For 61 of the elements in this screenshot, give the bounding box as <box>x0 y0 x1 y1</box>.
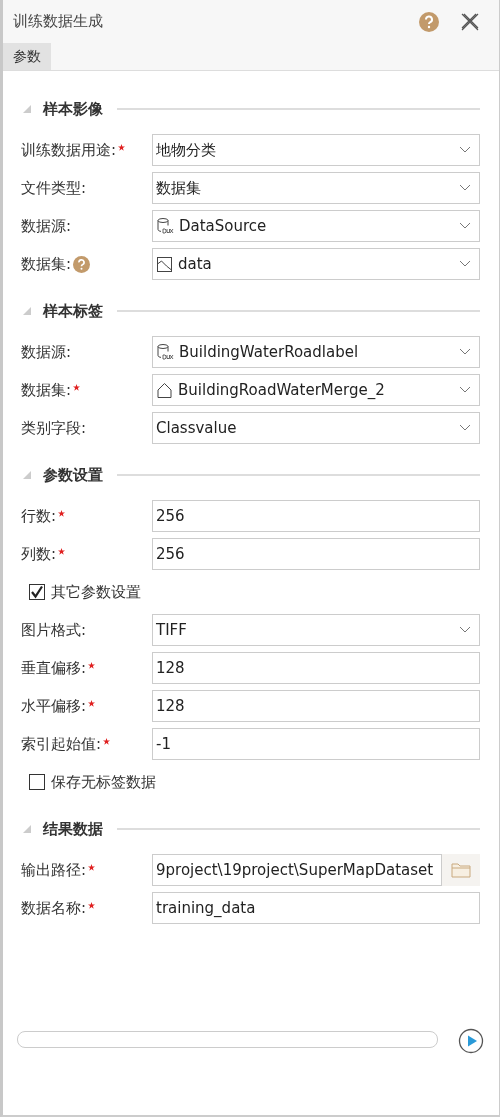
section-title: 参数设置 <box>43 465 103 485</box>
dropdown[interactable]: BuildingRoadWaterMerge_2 <box>152 374 480 406</box>
collapse-icon[interactable] <box>23 825 31 833</box>
chevron-down-icon <box>459 260 471 268</box>
folder-icon[interactable] <box>451 862 471 878</box>
polygon-icon <box>156 381 173 399</box>
chevron-down-icon <box>459 386 471 394</box>
chevron-down-icon <box>459 626 471 634</box>
dropdown[interactable]: 地物分类 <box>152 134 480 166</box>
field-label: 垂直偏移: <box>21 658 87 678</box>
dropdown[interactable]: TIFF <box>152 614 480 646</box>
input-field[interactable]: 9project\19project\SuperMapDataset <box>152 854 442 886</box>
input-field[interactable]: training_data <box>152 892 480 924</box>
field-label: 数据集: <box>21 254 72 274</box>
collapse-icon[interactable] <box>23 471 31 479</box>
tab[interactable]: 参数 <box>3 43 51 70</box>
window-title: 训练数据生成 <box>13 12 104 31</box>
chevron-down-icon <box>459 146 471 154</box>
database-icon <box>156 343 174 361</box>
help-icon[interactable] <box>73 255 91 273</box>
help-icon[interactable] <box>419 11 439 32</box>
field-label: 文件类型: <box>21 178 87 198</box>
field-label: 索引起始值: <box>21 734 102 754</box>
dropdown[interactable]: data <box>152 248 480 280</box>
field-label: 列数: <box>21 544 57 564</box>
section-title: 样本标签 <box>43 301 103 321</box>
field-label: 水平偏移: <box>21 696 87 716</box>
dropdown[interactable]: BuildingWaterRoadlabel <box>152 336 480 368</box>
chevron-down-icon <box>459 184 471 192</box>
image-icon <box>156 255 173 273</box>
section-title: 结果数据 <box>43 819 103 839</box>
field-label: 数据源: <box>21 342 72 362</box>
input-field[interactable]: 128 <box>152 652 480 684</box>
checkbox[interactable] <box>29 584 45 600</box>
input-field[interactable]: 256 <box>152 500 480 532</box>
checkbox-label: 其它参数设置 <box>51 582 141 602</box>
field-label: 输出路径: <box>21 860 87 880</box>
chevron-down-icon <box>459 222 471 230</box>
collapse-icon[interactable] <box>23 307 31 315</box>
database-icon <box>156 217 174 235</box>
section-title: 样本影像 <box>43 99 103 119</box>
field-label: 数据源: <box>21 216 72 236</box>
chevron-down-icon <box>459 348 471 356</box>
close-icon[interactable] <box>461 12 479 31</box>
checkbox[interactable] <box>29 774 45 790</box>
field-label: 数据集: <box>21 380 72 400</box>
checkbox-label: 保存无标签数据 <box>51 772 156 792</box>
run-icon[interactable] <box>458 1028 484 1054</box>
dropdown[interactable]: 数据集 <box>152 172 480 204</box>
input-field[interactable]: -1 <box>152 728 480 760</box>
chevron-down-icon <box>459 424 471 432</box>
field-label: 图片格式: <box>21 620 87 640</box>
input-field[interactable]: 128 <box>152 690 480 722</box>
field-label: 行数: <box>21 506 57 526</box>
field-label: 数据名称: <box>21 898 87 918</box>
collapse-icon[interactable] <box>23 105 31 113</box>
field-label: 训练数据用途: <box>21 140 117 160</box>
dropdown[interactable]: Classvalue <box>152 412 480 444</box>
dropdown[interactable]: DataSource <box>152 210 480 242</box>
field-label: 类别字段: <box>21 418 87 438</box>
input-field[interactable]: 256 <box>152 538 480 570</box>
